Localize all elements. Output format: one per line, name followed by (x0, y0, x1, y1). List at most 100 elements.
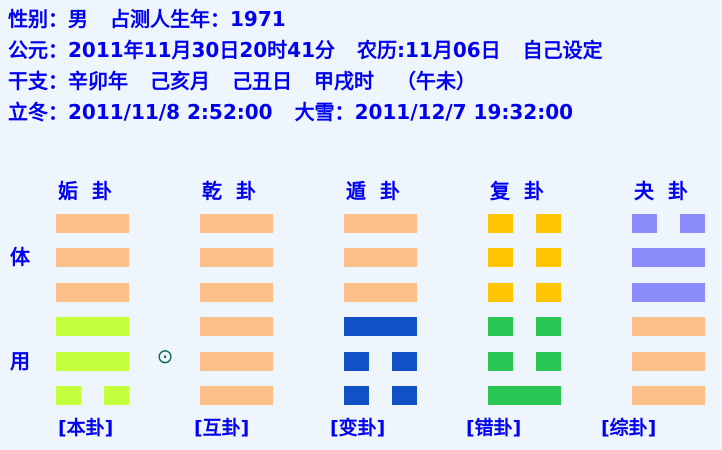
cuo-gua-title: 复卦 (490, 179, 558, 203)
term1-label: 立冬： (8, 100, 68, 124)
yang-line-segment (344, 317, 417, 336)
yang-line-segment (488, 386, 561, 405)
yin-line-segment (536, 352, 561, 371)
ben-gua-title: 姤卦 (58, 179, 126, 203)
yang-line-segment (200, 352, 273, 371)
yang-line-segment (200, 248, 273, 267)
ganzhi-day: 己丑日 (232, 69, 292, 93)
yang-line (632, 317, 705, 336)
yin-line (488, 283, 561, 302)
yang-line-segment (200, 214, 273, 233)
cuo-gua-caption: [错卦] (466, 417, 522, 439)
yang-line (344, 317, 417, 336)
yin-line-segment (488, 317, 513, 336)
moving-line-icon: ⊙ (156, 344, 174, 368)
gender-line: 性别：男 占测人生年：1971 (8, 4, 603, 35)
yin-line (344, 352, 417, 371)
yang-line-segment (56, 317, 129, 336)
yang-line (344, 283, 417, 302)
term2-label: 大雪： (294, 100, 355, 124)
term2-value: 2011/12/7 19:32:00 (354, 100, 574, 124)
gender-label: 性别： (8, 7, 68, 31)
ganzhi-month: 己亥月 (150, 69, 210, 93)
zong-gua-title: 夬卦 (634, 179, 702, 203)
zong-gua-caption: [综卦] (601, 417, 657, 439)
yang-line (344, 248, 417, 267)
yang-line (200, 352, 273, 371)
bian-gua-title: 遁卦 (346, 179, 414, 203)
yin-line-segment (680, 214, 705, 233)
gender-value: 男 (68, 7, 88, 31)
yong-label: 用 (10, 349, 30, 373)
yang-line (200, 283, 273, 302)
birth-year-label: 占测人生年： (110, 7, 230, 31)
yin-line-segment (632, 214, 657, 233)
yang-line-segment (56, 214, 129, 233)
yin-line (488, 248, 561, 267)
solar-label: 公元： (8, 38, 68, 62)
yin-line-segment (344, 386, 369, 405)
yin-line (56, 386, 129, 405)
yang-line (200, 214, 273, 233)
yang-line (632, 283, 705, 302)
yin-line-segment (392, 386, 417, 405)
ben-gua-caption: [本卦] (58, 417, 114, 439)
yin-line (488, 317, 561, 336)
ganzhi-label: 干支： (8, 69, 68, 93)
yang-line (56, 317, 129, 336)
solar-terms-line: 立冬：2011/11/8 2:52:00 大雪：2011/12/7 19:32:0… (8, 97, 603, 128)
yang-line-segment (632, 352, 705, 371)
yin-line-segment (536, 214, 561, 233)
yang-line-segment (200, 386, 273, 405)
yin-line-segment (488, 283, 513, 302)
yang-line (200, 317, 273, 336)
lunar-value: 11月06日 (405, 38, 501, 62)
info-panel: 性别：男 占测人生年：1971 公元：2011年11月30日20时41分 农历:11… (8, 4, 603, 128)
yang-line-segment (632, 317, 705, 336)
yang-line (632, 248, 705, 267)
yin-line-segment (488, 352, 513, 371)
yang-line-segment (200, 317, 273, 336)
yang-line-segment (56, 283, 129, 302)
ganzhi-void: （午未） (396, 69, 476, 93)
yang-line (56, 283, 129, 302)
ganzhi-hour: 甲戌时 (314, 69, 374, 93)
yang-line (200, 248, 273, 267)
yin-line (488, 352, 561, 371)
ti-label: 体 (10, 245, 30, 269)
yang-line (632, 386, 705, 405)
calendar-line: 公元：2011年11月30日20时41分 农历:11月06日 自己设定 (8, 35, 603, 66)
yang-line (488, 386, 561, 405)
yang-line (344, 214, 417, 233)
ganzhi-line: 干支：辛卯年 己亥月 己丑日 甲戌时 （午未） (8, 66, 603, 97)
yin-line-segment (56, 386, 81, 405)
yin-line-segment (488, 214, 513, 233)
yin-line-segment (536, 317, 561, 336)
yang-line-segment (632, 248, 705, 267)
hu-gua-caption: [互卦] (194, 417, 250, 439)
yin-line-segment (536, 283, 561, 302)
yin-line-segment (536, 248, 561, 267)
yang-line (56, 352, 129, 371)
yang-line-segment (56, 248, 129, 267)
yin-line (488, 214, 561, 233)
lunar-label: 农历: (357, 38, 405, 62)
yin-line-segment (488, 248, 513, 267)
yang-line-segment (344, 283, 417, 302)
solar-value: 2011年11月30日20时41分 (68, 38, 335, 62)
bian-gua-caption: [变卦] (330, 417, 386, 439)
yin-line-segment (104, 386, 129, 405)
yang-line (56, 248, 129, 267)
yang-line-segment (632, 386, 705, 405)
yang-line-segment (344, 248, 417, 267)
yang-line-segment (200, 283, 273, 302)
yang-line (200, 386, 273, 405)
yang-line-segment (632, 283, 705, 302)
yin-line (632, 214, 705, 233)
yang-line-segment (56, 352, 129, 371)
yin-line-segment (392, 352, 417, 371)
birth-year-value: 1971 (230, 7, 286, 31)
ganzhi-year: 辛卯年 (68, 69, 128, 93)
yang-line (632, 352, 705, 371)
yang-line (56, 214, 129, 233)
